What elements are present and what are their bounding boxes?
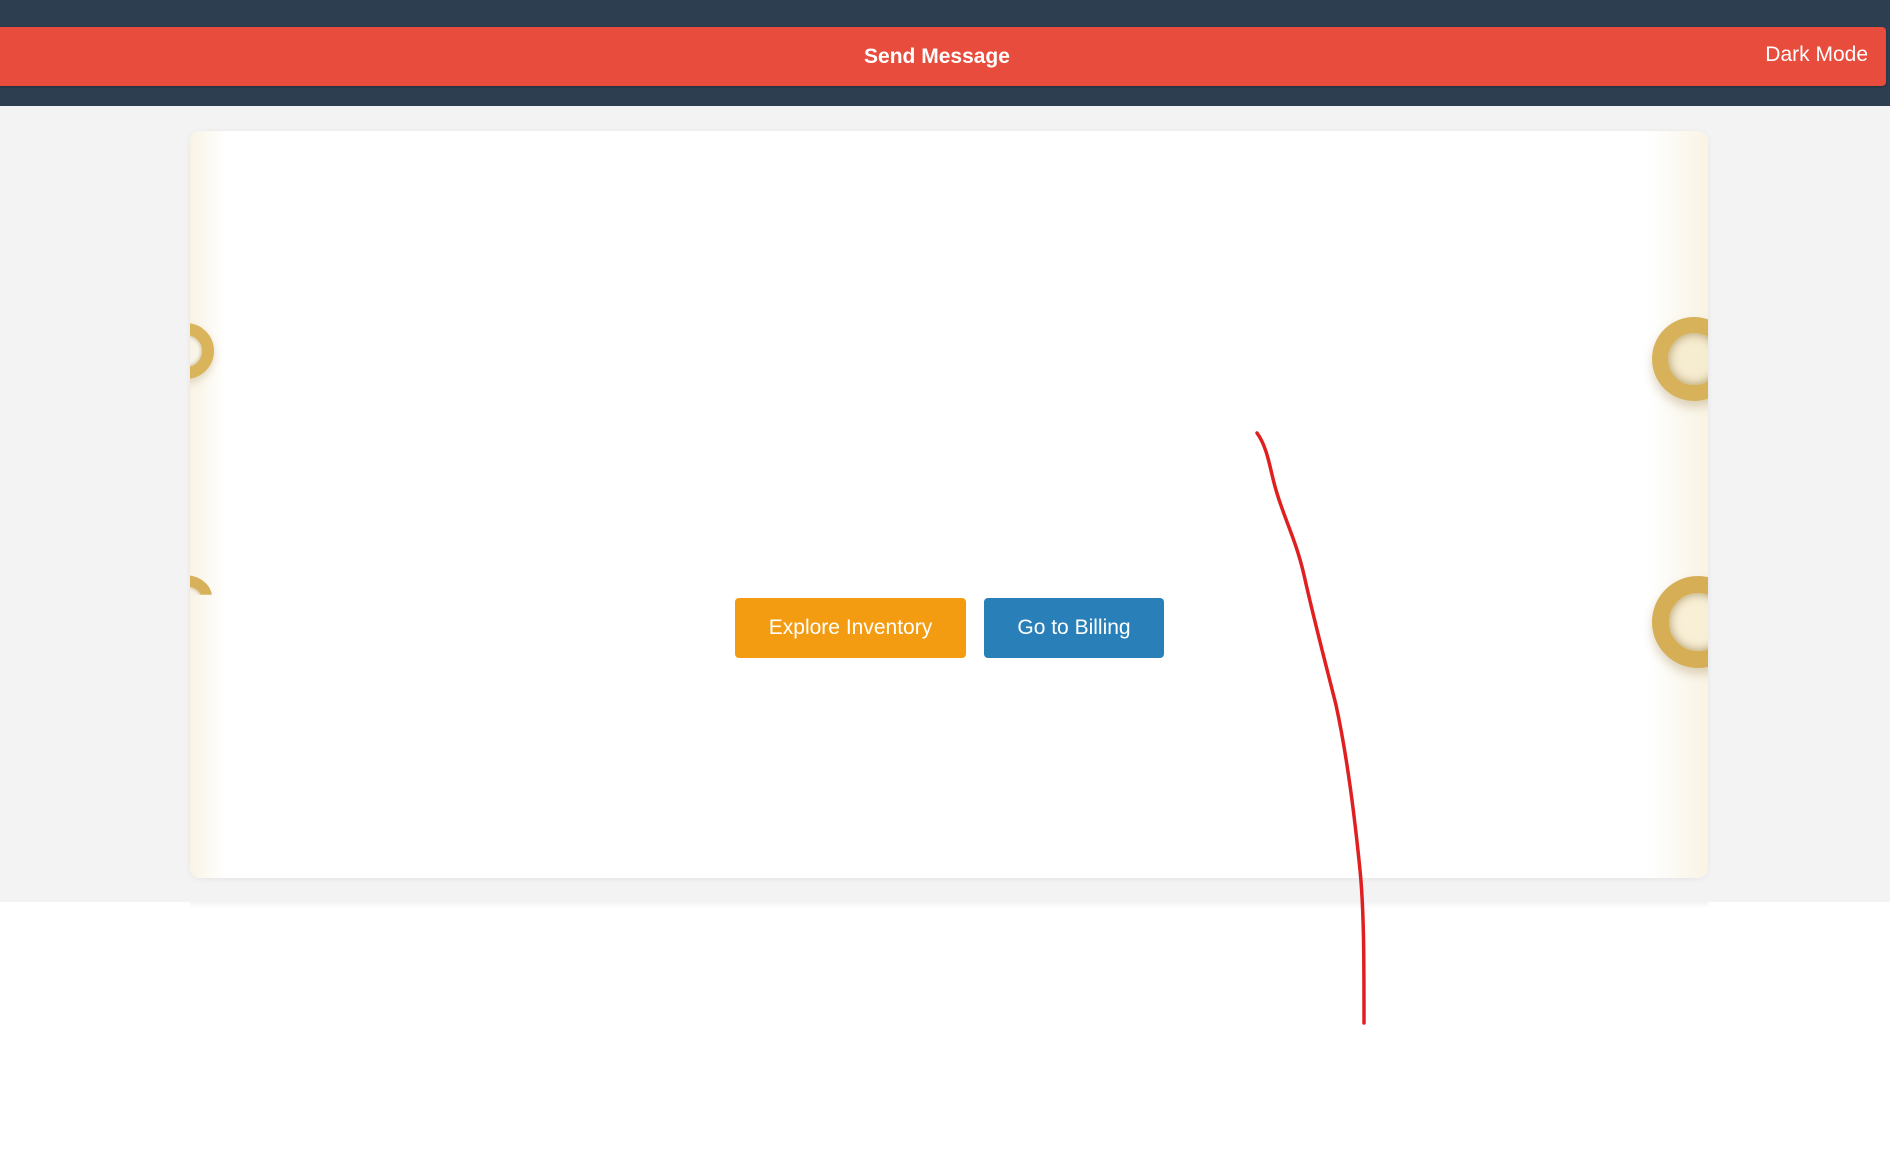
lower-area bbox=[0, 902, 1890, 1158]
go-to-billing-button[interactable]: Go to Billing bbox=[984, 598, 1164, 658]
card-image-left-edge bbox=[190, 131, 226, 878]
explore-inventory-button[interactable]: Explore Inventory bbox=[735, 598, 966, 658]
message-bar: Send Message Dark Mode bbox=[0, 27, 1886, 86]
lower-area-shadow bbox=[190, 902, 1708, 908]
dark-mode-toggle[interactable]: Dark Mode bbox=[1765, 27, 1868, 83]
send-message-button[interactable]: Send Message bbox=[0, 27, 1874, 86]
hero-card bbox=[190, 131, 1708, 878]
card-image-right-edge bbox=[1648, 131, 1708, 878]
